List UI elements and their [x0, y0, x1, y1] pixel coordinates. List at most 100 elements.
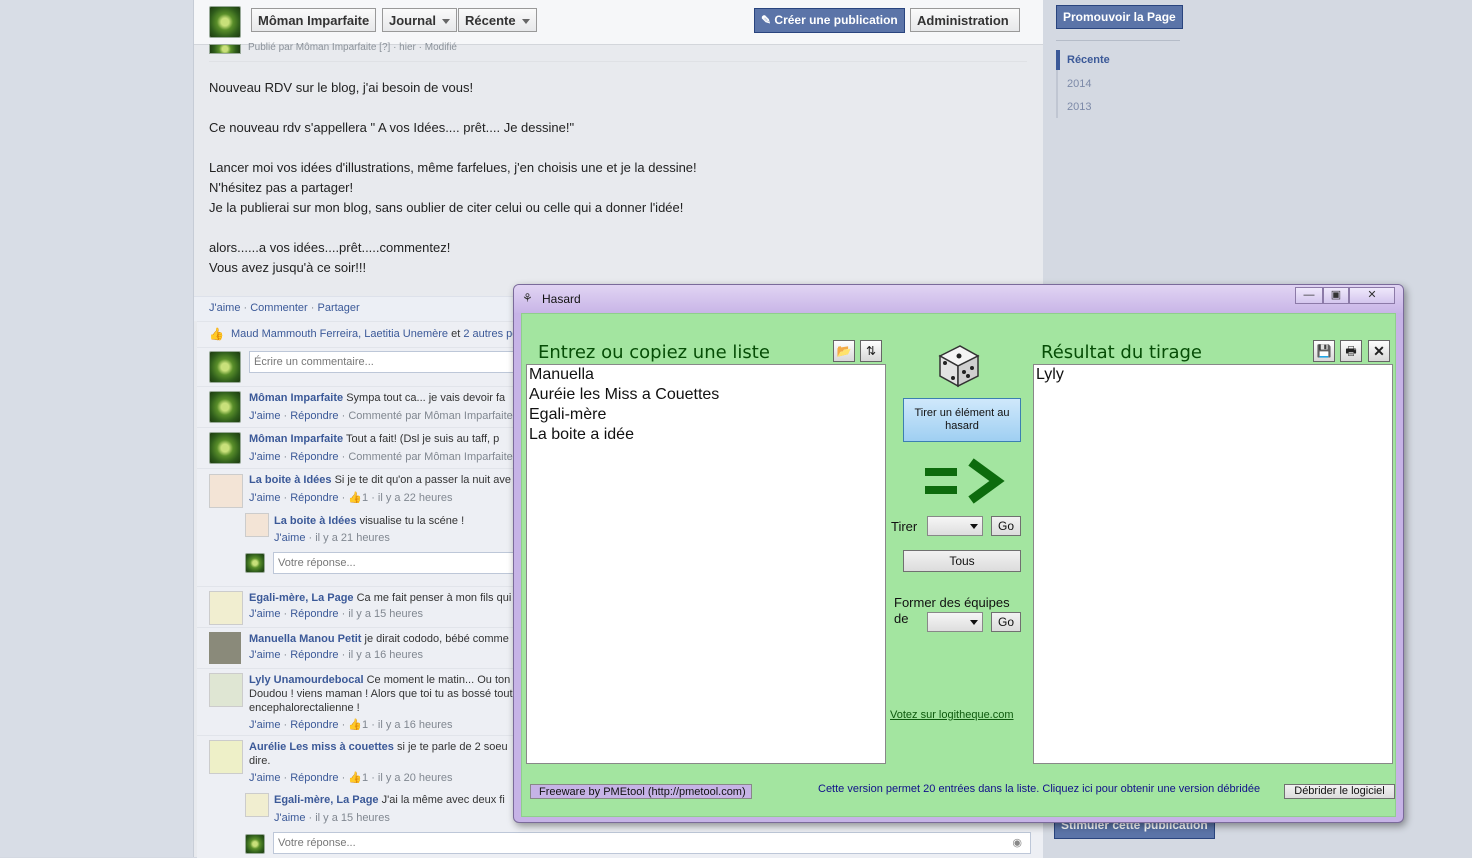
reply-like-link[interactable]: J'aime	[274, 532, 305, 544]
close-window-button[interactable]: ✕	[1349, 287, 1395, 304]
save-button[interactable]: 💾	[1313, 340, 1335, 362]
admin-button[interactable]: Administration	[910, 8, 1020, 32]
clear-result-button[interactable]: ✕	[1368, 340, 1390, 362]
page-name-button[interactable]: Môman Imparfaite	[251, 8, 377, 32]
comment-reply-link[interactable]: Répondre	[290, 772, 338, 784]
comment-author[interactable]: Egali-mère, La Page	[249, 592, 354, 604]
reply-meta: J'aime · il y a 15 heures	[274, 812, 390, 824]
comment-meta-text: · 👍1 · il y a 20 heures	[341, 772, 453, 784]
list-item[interactable]: Auréie les Miss a Couettes	[527, 385, 885, 405]
likes-names[interactable]: Maud Mammouth Ferreira, Laetitia Unemère	[231, 328, 448, 340]
comment-link[interactable]: Commenter	[250, 302, 307, 314]
result-list[interactable]: Lyly	[1033, 364, 1393, 764]
comment-like-link[interactable]: J'aime	[249, 608, 280, 620]
timeline-year-link[interactable]: 2013	[1067, 101, 1091, 113]
comment-reply-link[interactable]: Répondre	[290, 608, 338, 620]
like-link[interactable]: J'aime	[209, 302, 240, 314]
draw-count-select[interactable]	[927, 516, 983, 536]
commenter-avatar	[209, 591, 243, 625]
comment-body-line: encephalorectalienne !	[249, 702, 360, 714]
unlock-button[interactable]: Débrider le logiciel	[1284, 784, 1395, 799]
reply-meta-text: · il y a 21 heures	[308, 532, 390, 544]
commenter-avatar	[209, 673, 243, 707]
reply-input-avatar	[245, 834, 265, 854]
comment-like-link[interactable]: J'aime	[249, 719, 280, 731]
comment-author[interactable]: La boite à Idées	[249, 474, 332, 486]
camera-icon[interactable]: ◉	[1012, 833, 1022, 853]
team-size-select[interactable]	[927, 612, 983, 632]
reply-text: La boite à Idées visualise tu la scéne !	[274, 515, 464, 527]
journal-dropdown[interactable]: Journal	[382, 8, 457, 32]
draw-random-button[interactable]: Tirer un élément au hasard	[903, 398, 1021, 442]
comment-text: Lyly Unamourdebocal Ce moment le matin..…	[249, 674, 510, 686]
comment-like-link[interactable]: J'aime	[249, 492, 280, 504]
window-title: Hasard	[542, 292, 581, 306]
comment-reply-link[interactable]: Répondre	[290, 492, 338, 504]
print-button[interactable]: 🖶	[1340, 340, 1362, 362]
comment-reply-link[interactable]: Répondre	[290, 719, 338, 731]
comment-author[interactable]: Aurélie Les miss à couettes	[249, 741, 394, 753]
draw-go-button[interactable]: Go	[991, 516, 1021, 536]
comment-like-link[interactable]: J'aime	[249, 451, 280, 463]
comment-meta-text: · 👍1 · il y a 22 heures	[341, 492, 453, 504]
version-note-link[interactable]: Cette version permet 20 entrées dans la …	[818, 783, 1260, 795]
commenter-avatar	[209, 632, 241, 664]
comment-like-link[interactable]: J'aime	[249, 649, 280, 661]
timeline-recent-link[interactable]: Récente	[1067, 54, 1110, 66]
likes-and: et	[448, 328, 464, 340]
comment-like-link[interactable]: J'aime	[249, 410, 280, 422]
comment-reply-link[interactable]: Répondre	[290, 410, 338, 422]
teams-go-button[interactable]: Go	[991, 612, 1021, 632]
list-item[interactable]: Manuella	[527, 365, 885, 385]
comment-meta: J'aime · Répondre · il y a 15 heures	[249, 608, 423, 620]
list-item[interactable]: La boite a idée	[527, 425, 885, 445]
share-link[interactable]: Partager	[317, 302, 359, 314]
comment-body: Ce moment le matin... Ou ton	[363, 674, 511, 686]
create-post-label: Créer une publication	[774, 13, 898, 27]
commenter-avatar	[209, 740, 243, 774]
comment-body-line: Doudou ! viens maman ! Alors que toi tu …	[249, 688, 519, 700]
reply-input[interactable]: Votre réponse...	[273, 552, 518, 574]
comment-body: Si je te dit qu'on a passer la nuit ave	[331, 474, 511, 486]
comment-input[interactable]: Écrire un commentaire...	[249, 351, 519, 373]
window-titlebar[interactable]: ⚘ Hasard — ▣ ✕	[514, 285, 1403, 313]
create-post-button[interactable]: ✎ Créer une publication	[754, 8, 905, 33]
comment-like-link[interactable]: J'aime	[249, 772, 280, 784]
recent-dropdown[interactable]: Récente	[458, 8, 537, 32]
close-icon: ✕	[1367, 289, 1377, 301]
reply-author[interactable]: La boite à Idées	[274, 515, 357, 527]
vote-link[interactable]: Votez sur logitheque.com	[890, 709, 1014, 721]
comment-reply-link[interactable]: Répondre	[290, 451, 338, 463]
likes-others-link[interactable]: 2 autres pe	[463, 328, 518, 340]
printer-icon: 🖶	[1345, 344, 1357, 358]
page-avatar[interactable]	[209, 6, 241, 38]
timeline-rail	[1056, 70, 1058, 118]
freeware-label[interactable]: Freeware by PMEtool (http://pmetool.com)	[530, 784, 752, 799]
floppy-disk-icon: 💾	[1316, 344, 1332, 358]
minimize-button[interactable]: —	[1295, 287, 1323, 304]
comment-meta: J'aime · Répondre · Commenté par Môman I…	[249, 410, 526, 422]
comment-author[interactable]: Môman Imparfaite	[249, 433, 343, 445]
comment-meta: J'aime · Répondre · 👍1 · il y a 22 heure…	[249, 492, 453, 504]
comment-author[interactable]: Manuella Manou Petit	[249, 633, 361, 645]
comment-author[interactable]: Môman Imparfaite	[249, 392, 343, 404]
input-list[interactable]: Manuella Auréie les Miss a Couettes Egal…	[526, 364, 886, 764]
page-name-label: Môman Imparfaite	[258, 13, 370, 28]
status-bar: Freeware by PMEtool (http://pmetool.com)…	[521, 778, 1395, 804]
comment-reply-link[interactable]: Répondre	[290, 649, 338, 661]
list-item[interactable]: Egali-mère	[527, 405, 885, 425]
reply-like-link[interactable]: J'aime	[274, 812, 305, 824]
timeline-year-link[interactable]: 2014	[1067, 78, 1091, 90]
comment-author[interactable]: Lyly Unamourdebocal	[249, 674, 364, 686]
reply-author[interactable]: Egali-mère, La Page	[274, 794, 379, 806]
reply-placeholder: Votre réponse...	[278, 837, 356, 849]
post-meta: Publié par Môman Imparfaite [?] · hier ·…	[248, 42, 457, 53]
reply-input[interactable]: Votre réponse... ◉	[273, 832, 1031, 854]
comment-meta: J'aime · Répondre · il y a 16 heures	[249, 649, 423, 661]
sort-button[interactable]: ⇅	[860, 340, 882, 362]
open-file-button[interactable]: 📂	[833, 340, 855, 362]
commenter-avatar	[209, 391, 241, 423]
all-button[interactable]: Tous	[903, 550, 1021, 572]
maximize-button[interactable]: ▣	[1323, 287, 1349, 304]
promote-page-button[interactable]: Promouvoir la Page	[1056, 5, 1183, 29]
